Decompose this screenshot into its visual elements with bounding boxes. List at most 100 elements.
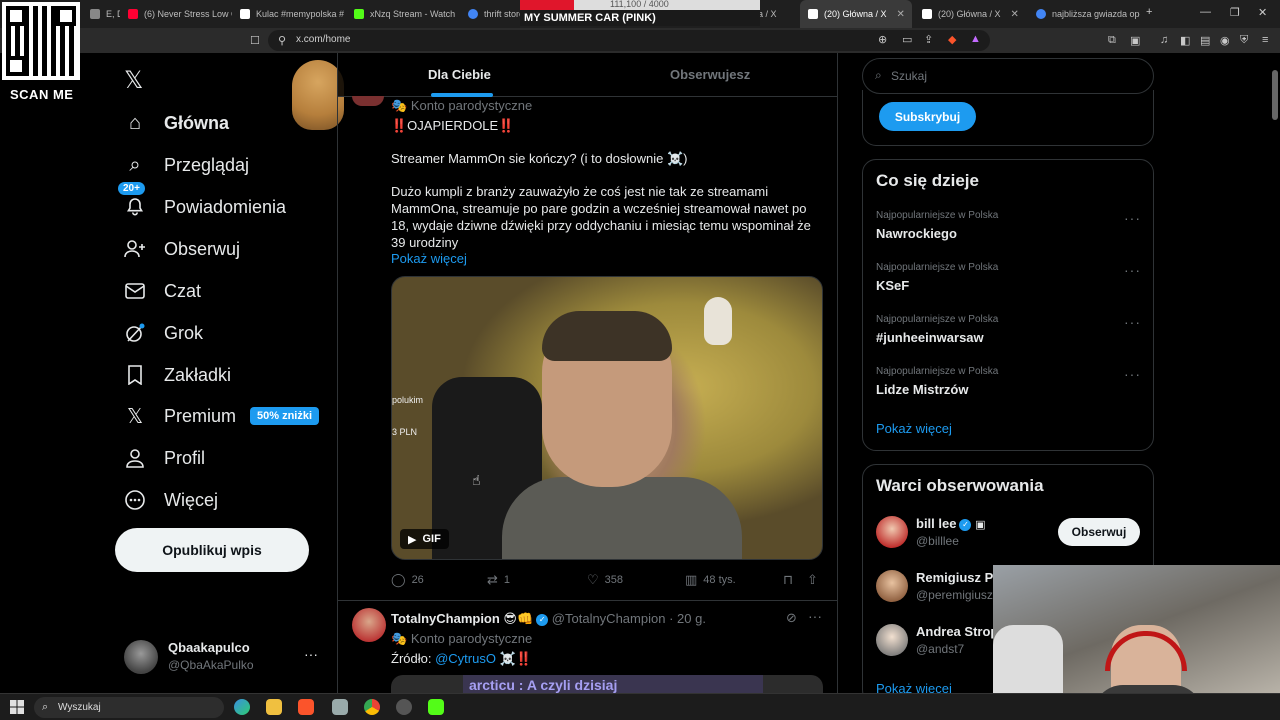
address-bar[interactable]: ⚲ x.com/home ⊕ ▭ ⇪ ◆ ▲ (268, 30, 990, 51)
tab-for-you[interactable]: Dla Ciebie (428, 67, 491, 82)
show-more-link[interactable]: Pokaż więcej (391, 250, 467, 267)
browser-tab[interactable]: xNzq Stream - Watch (346, 0, 460, 28)
suggested-user-name[interactable]: bill lee ✓ ▣ (916, 516, 986, 531)
site-info-icon[interactable]: ⚲ (278, 34, 286, 47)
x-logo-icon[interactable]: 𝕏 (124, 66, 143, 95)
avatar[interactable] (876, 570, 908, 602)
avatar[interactable] (352, 96, 384, 106)
close-window-icon[interactable]: ✕ (1258, 6, 1267, 19)
zoom-icon[interactable]: ⊕ (878, 33, 887, 46)
trend-more-icon[interactable]: ··· (1124, 366, 1141, 382)
trend-more-icon[interactable]: ··· (1124, 314, 1141, 330)
account-switcher[interactable]: Qbaakapulco @QbaAkaPulko ··· (124, 638, 324, 678)
trend-item[interactable]: KSeF (876, 278, 909, 293)
browser-tab[interactable]: Kulac #memypolska # (232, 0, 346, 28)
subscribe-button[interactable]: Subskrybuj (879, 102, 976, 131)
kick-app-icon[interactable] (428, 699, 444, 715)
browser-tab[interactable]: najbliższa gwiazda ope✕ (1028, 0, 1140, 28)
avatar[interactable] (876, 516, 908, 548)
nav-item-bookmarks[interactable]: Zakładki (124, 357, 231, 393)
browser-tab[interactable]: E, D- (82, 0, 120, 28)
trend-item[interactable]: Lidze Mistrzów (876, 382, 968, 397)
trend-item[interactable]: Nawrockiego (876, 226, 957, 241)
suggested-user-name[interactable]: Andrea Strop (916, 624, 998, 639)
follow-button[interactable]: Obserwuj (1058, 518, 1140, 546)
affiliate-badge-icon: ▣ (975, 519, 986, 531)
nav-item-premium[interactable]: 𝕏 Premium 50% zniżki (124, 398, 320, 434)
stream-title: MY SUMMER CAR (PINK) (524, 12, 656, 24)
restore-icon[interactable]: ❐ (1230, 6, 1240, 19)
vpn-icon[interactable]: ◉ (1220, 34, 1230, 47)
nav-item-follow[interactable]: Obserwuj (124, 231, 240, 267)
windows-start-icon[interactable] (10, 700, 24, 714)
cast-icon[interactable]: ▭ (902, 33, 912, 46)
grok-icon[interactable]: ⊘ (786, 610, 797, 626)
edge-icon[interactable] (234, 699, 250, 715)
bookmark-post-button[interactable]: ⊓ (783, 572, 793, 588)
trends-show-more[interactable]: Pokaż więcej (876, 421, 952, 436)
post-more-icon[interactable]: ··· (808, 608, 822, 624)
nav-item-chat[interactable]: Czat (124, 273, 201, 309)
gif-badge[interactable]: ▶ GIF (400, 529, 449, 549)
search-icon: ⌕ (42, 701, 49, 713)
browser-tab[interactable]: (6) Never Stress Low C (120, 0, 232, 28)
nav-item-notifications[interactable]: 20+ Powiadomienia (118, 182, 286, 225)
extensions-icon[interactable]: ⧉ (1108, 34, 1116, 47)
post-time[interactable]: · 20 g. (669, 611, 706, 626)
post-media-preview[interactable]: arcticu : A czyli dzisiaj (391, 675, 823, 693)
obs-icon[interactable] (396, 699, 412, 715)
minimize-icon[interactable]: — (1200, 6, 1211, 18)
share-icon[interactable]: ⇪ (924, 33, 933, 46)
post-button[interactable]: Opublikuj wpis (115, 528, 309, 572)
nav-item-more[interactable]: Więcej (124, 482, 218, 518)
browser-tab[interactable]: (20) Główna / X ✕ (914, 0, 1024, 28)
taskbar-search[interactable]: ⌕ Wyszukaj (34, 697, 224, 718)
suggested-user-name[interactable]: Remigiusz Pu (916, 570, 1001, 585)
media-icon[interactable]: ▣ (1130, 34, 1140, 47)
mention-link[interactable]: @CytrusO (435, 651, 496, 666)
close-tab-icon[interactable]: ✕ (1011, 9, 1019, 20)
more-circle-icon (124, 489, 146, 511)
goal-bar-fill (520, 0, 574, 10)
nav-item-profile[interactable]: Profil (124, 440, 205, 476)
tab-following[interactable]: Obserwujesz (670, 67, 750, 82)
brave-icon[interactable] (298, 699, 314, 715)
author-handle[interactable]: @TotalnyChampion (552, 611, 666, 626)
repost-button[interactable]: ⇄ 1 (487, 572, 510, 588)
avatar[interactable] (876, 624, 908, 656)
views-button[interactable]: ▥ 48 tys. (685, 572, 736, 588)
nav-item-grok[interactable]: Grok (124, 315, 203, 351)
app-icon[interactable] (332, 699, 348, 715)
nav-item-explore[interactable]: ⌕ Przeglądaj (124, 147, 249, 183)
browser-tab[interactable]: thrift stores (460, 0, 522, 28)
music-icon[interactable]: ♫ (1160, 34, 1168, 46)
new-tab-button[interactable]: + (1146, 6, 1152, 18)
sidebar-icon[interactable]: ◧ (1180, 34, 1190, 47)
bookmark-page-icon[interactable]: ☐ (250, 34, 260, 47)
trend-item[interactable]: #junheeinwarsaw (876, 330, 984, 345)
account-more-icon[interactable]: ··· (304, 646, 318, 662)
scrollbar-thumb[interactable] (1272, 70, 1278, 120)
brave-shield-icon[interactable]: ◆ (948, 33, 956, 46)
trends-card (862, 159, 1154, 451)
brave-rewards-icon[interactable]: ▲ (970, 33, 981, 45)
close-tab-icon[interactable]: ✕ (897, 9, 905, 20)
avatar[interactable] (352, 608, 386, 642)
chrome-icon[interactable] (364, 699, 380, 715)
search-input[interactable]: ⌕ Szukaj (862, 58, 1154, 94)
post-media-gif[interactable]: polukim 3 PLN ▶ GIF (391, 276, 823, 560)
shield-icon[interactable]: ⛨ (1240, 34, 1248, 47)
trend-more-icon[interactable]: ··· (1124, 210, 1141, 226)
share-post-button[interactable]: ⇧ (807, 572, 818, 588)
add-person-icon (124, 238, 146, 260)
file-explorer-icon[interactable] (266, 699, 282, 715)
nav-item-home[interactable]: ⌂ Główna (124, 105, 229, 141)
author-name[interactable]: TotalnyChampion 😎👊 (391, 611, 533, 626)
reply-button[interactable]: ◯ 26 (391, 572, 424, 588)
wallet-icon[interactable]: ▤ (1200, 34, 1210, 47)
trend-more-icon[interactable]: ··· (1124, 262, 1141, 278)
like-button[interactable]: ♡ 358 (587, 572, 623, 588)
heart-icon: ♡ (587, 572, 599, 587)
menu-icon[interactable]: ≡ (1262, 34, 1268, 46)
browser-tab-active[interactable]: (20) Główna / X ✕ (800, 0, 912, 28)
